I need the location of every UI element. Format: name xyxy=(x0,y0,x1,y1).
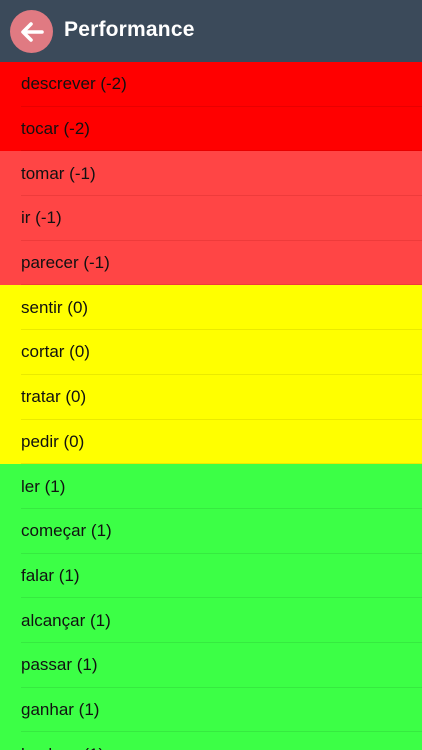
list-item-label: ler (1) xyxy=(21,476,66,496)
list-item-label: falar (1) xyxy=(21,565,80,585)
list-item[interactable]: ir (-1) xyxy=(0,196,422,241)
list-item[interactable]: falar (1) xyxy=(0,553,422,599)
list-item[interactable]: cortar (0) xyxy=(0,330,422,375)
list-item[interactable]: parecer (-1) xyxy=(0,240,422,286)
list-item-label: cortar (0) xyxy=(21,342,90,362)
list-item[interactable]: sentir (0) xyxy=(0,285,422,331)
list-item-label: ir (-1) xyxy=(21,208,62,228)
list-item-label: lembrar (1) xyxy=(21,745,104,750)
list-item[interactable]: alcançar (1) xyxy=(0,598,422,643)
list-item-label: passar (1) xyxy=(21,655,98,675)
list-item-label: tomar (-1) xyxy=(21,163,96,183)
list-item-label: alcançar (1) xyxy=(21,610,111,630)
list-item[interactable]: começar (1) xyxy=(0,508,422,554)
arrow-left-icon xyxy=(20,21,44,42)
list-item-label: tratar (0) xyxy=(21,387,87,407)
list-item[interactable]: pedir (0) xyxy=(0,419,422,465)
list-item-label: começar (1) xyxy=(21,521,112,541)
list-item[interactable]: tratar (0) xyxy=(0,374,422,420)
performance-list: descrever (-2) tocar (-2) tomar (-1) ir (-1… xyxy=(0,62,422,750)
list-item-label: parecer (-1) xyxy=(21,253,110,273)
list-item[interactable]: ganhar (1) xyxy=(0,687,422,733)
list-item[interactable]: lembrar (1) xyxy=(0,732,422,750)
list-item-label: sentir (0) xyxy=(21,297,89,317)
list-item[interactable]: tomar (-1) xyxy=(0,151,422,197)
page-title: Performance xyxy=(64,18,195,41)
list-item-label: pedir (0) xyxy=(21,431,85,451)
nav-bar: Performance xyxy=(0,0,422,62)
list-item-label: ganhar (1) xyxy=(21,699,100,719)
list-item[interactable]: tocar (-2) xyxy=(0,106,422,152)
list-item-label: tocar (-2) xyxy=(21,119,90,139)
list-item-label: descrever (-2) xyxy=(21,74,127,94)
list-item[interactable]: ler (1) xyxy=(0,464,422,509)
list-item[interactable]: descrever (-2) xyxy=(0,62,422,107)
list-item[interactable]: passar (1) xyxy=(0,642,422,688)
back-button[interactable] xyxy=(10,10,53,53)
